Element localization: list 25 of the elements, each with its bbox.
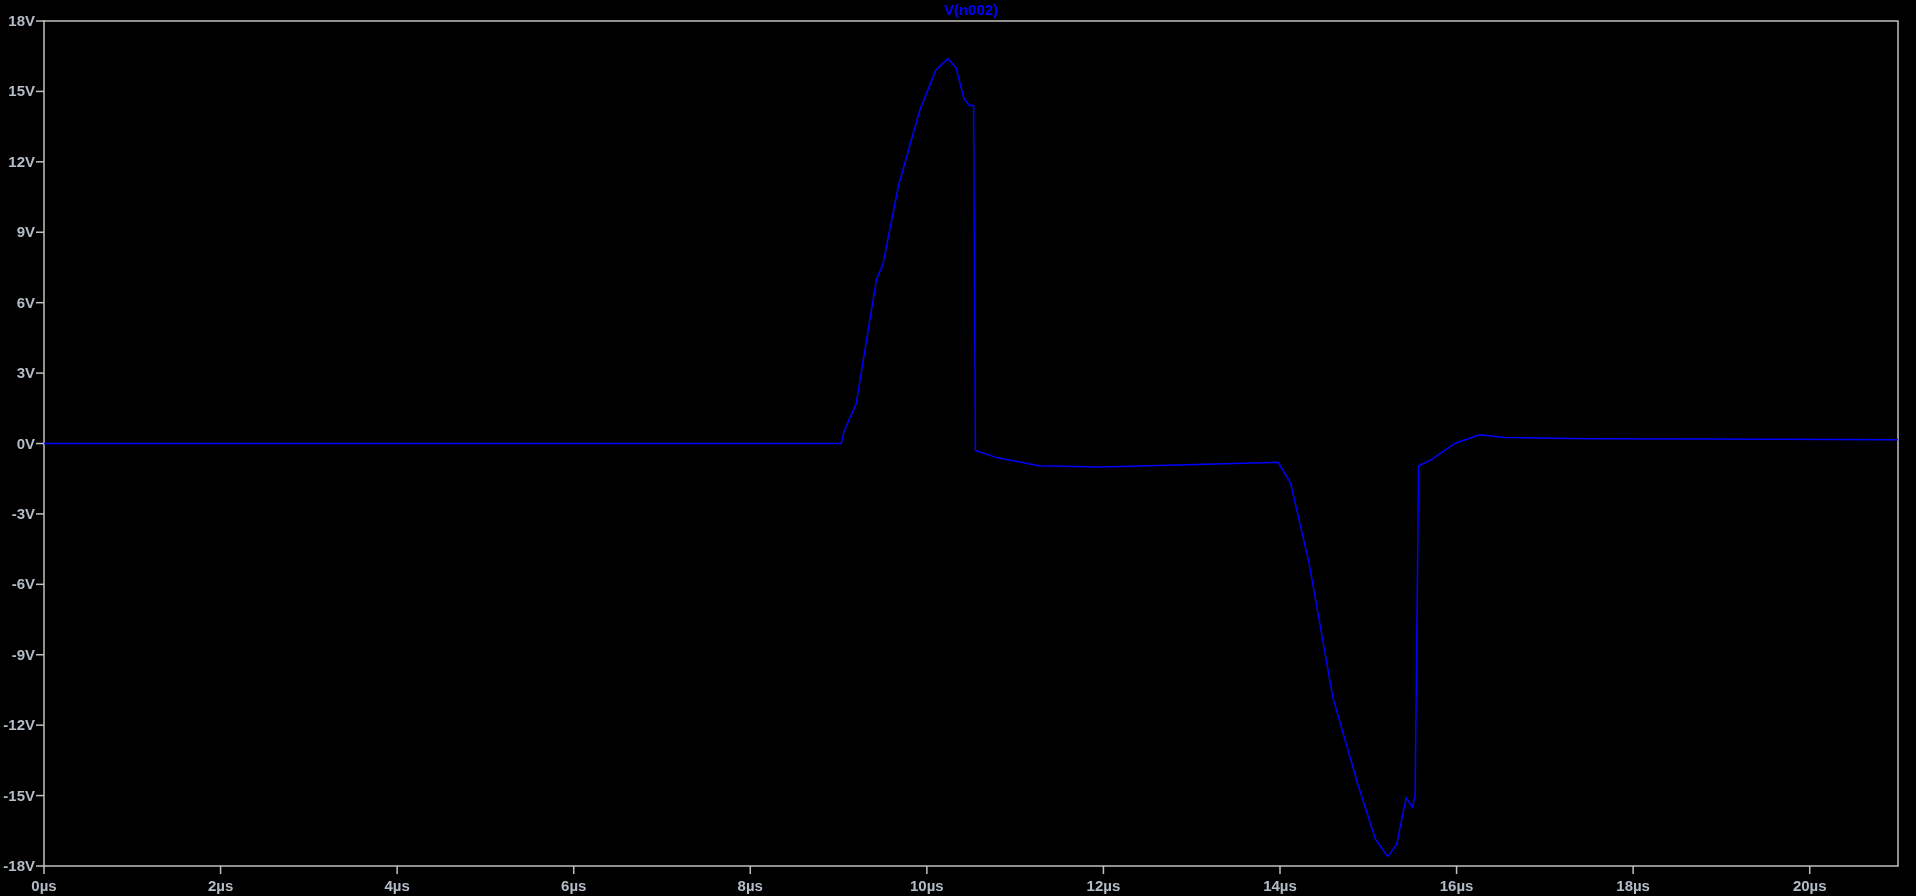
y-tick-label: -6V <box>11 575 35 593</box>
x-tick-label: 20µs <box>1792 877 1827 894</box>
x-tick-label: 0µs <box>31 877 57 894</box>
x-tick-label: 14µs <box>1263 877 1297 894</box>
y-tick-label: -3V <box>11 504 35 522</box>
x-tick-label: 12µs <box>1086 877 1121 894</box>
x-tick-label: 6µs <box>561 877 587 894</box>
y-tick-label: 12V <box>8 152 35 170</box>
x-tick-label: 4µs <box>384 877 410 894</box>
x-tick-label: 16µs <box>1439 877 1474 894</box>
x-tick-label: 18µs <box>1616 877 1650 894</box>
x-tick-label: 2µs <box>207 877 234 894</box>
y-tick-label: 9V <box>16 223 35 241</box>
y-tick-label: 3V <box>16 364 35 382</box>
x-tick-label: 10µs <box>910 877 944 894</box>
y-tick-label: 15V <box>8 82 35 100</box>
y-tick-label: -18V <box>3 857 35 874</box>
y-tick-label: -9V <box>11 645 35 663</box>
y-tick-label: -15V <box>3 786 35 804</box>
y-tick-label: 6V <box>16 293 35 311</box>
y-tick-label: 0V <box>16 434 35 452</box>
y-tick-label: -12V <box>3 716 35 734</box>
y-tick-label: 18V <box>8 12 35 29</box>
x-tick-label: 8µs <box>737 877 763 894</box>
chart-title: V(n002) <box>943 1 999 18</box>
